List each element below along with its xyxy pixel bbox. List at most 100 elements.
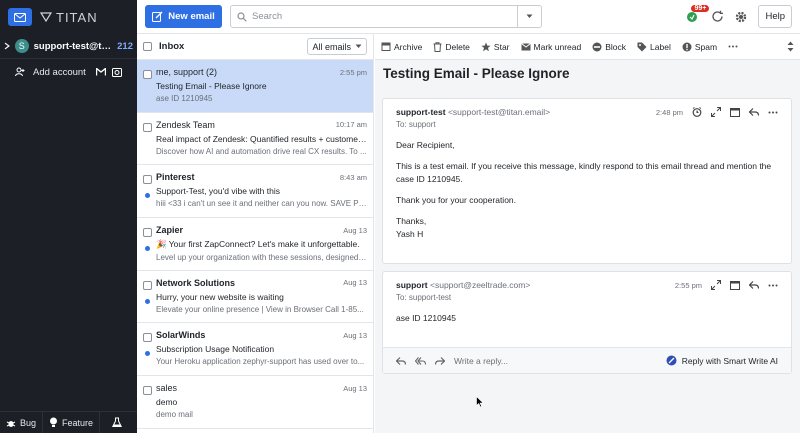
item-preview: demo mail (156, 410, 193, 420)
mark-unread-button[interactable]: Mark unread (520, 41, 582, 52)
row-checkbox[interactable] (143, 228, 152, 238)
row-checkbox[interactable] (143, 386, 152, 396)
list-item[interactable]: Zapier Aug 13 🎉 Your first ZapConnect? Let… (137, 218, 373, 271)
expand-icon[interactable] (711, 107, 721, 117)
trash-icon (433, 41, 442, 52)
forward-icon[interactable] (435, 356, 445, 365)
reply-icon[interactable] (396, 356, 406, 365)
outlook-icon[interactable] (112, 67, 122, 77)
list-item[interactable]: Zendesk Team 10:17 am Real impact of Zende… (137, 113, 373, 166)
top-bar: New email Search 99+ Help (137, 0, 800, 34)
message-toolbar: Archive Delete Star Mark unread Block La… (375, 34, 800, 60)
star-button[interactable]: Star (481, 42, 510, 52)
item-preview: ase ID 1210945 (156, 94, 213, 103)
gmail-icon[interactable] (96, 67, 106, 76)
expand-collapse-button[interactable] (787, 41, 794, 52)
message-card[interactable]: support-test <support-test@titan.email> … (382, 98, 792, 264)
lightbulb-icon (50, 417, 58, 427)
item-sender: me, support (2) (156, 67, 218, 77)
top-actions: 99+ Help (685, 4, 792, 28)
spam-icon (682, 42, 692, 51)
message-body: Dear Recipient, This is a test email. If… (383, 129, 791, 240)
list-item[interactable]: SolarWinds Aug 13 Subscription Usage Notif… (137, 323, 373, 377)
row-checkbox[interactable] (143, 280, 152, 290)
new-email-button[interactable]: New email (145, 5, 222, 28)
archive-label: Archive (394, 41, 423, 52)
reply-icon[interactable] (749, 108, 759, 116)
row-checkbox[interactable] (143, 70, 152, 79)
archive-button[interactable]: Archive (381, 42, 422, 52)
item-time: 8:43 am (339, 172, 367, 182)
brand-name: TITAN (56, 9, 98, 25)
window-icon[interactable] (730, 107, 740, 117)
message-header: support-test <support-test@titan.email> … (383, 99, 791, 117)
unread-dot (145, 246, 150, 252)
notification-badge: 99+ (691, 4, 710, 12)
item-time: Aug 13 (343, 330, 367, 340)
item-preview: Your Heroku application zephyr-support h… (156, 357, 365, 367)
chevron-down-icon (355, 44, 362, 48)
chevron-right-icon[interactable] (4, 42, 10, 50)
item-sender: SolarWinds (156, 330, 206, 341)
body-paragraph: Dear Recipient, (396, 140, 455, 150)
more-horizontal-icon[interactable] (768, 111, 778, 114)
row-checkbox[interactable] (143, 122, 152, 132)
labs-button[interactable] (100, 412, 128, 433)
smart-write-button[interactable]: Reply with Smart Write AI (666, 355, 778, 366)
body-paragraph: Thank you for your cooperation. (396, 194, 517, 205)
snooze-icon[interactable] (692, 107, 702, 117)
message-card[interactable]: support <support@zeeltrade.com> 2:55 pm … (382, 271, 792, 374)
delete-button[interactable]: Delete (433, 42, 470, 52)
list-item[interactable]: Network Solutions Aug 13 Hurry, your new w… (137, 271, 373, 324)
folder-title: Inbox (159, 41, 185, 52)
reply-icon[interactable] (749, 281, 759, 289)
sidebar: TITAN S support-test@titan.... 212 Add a… (0, 0, 137, 433)
gear-icon[interactable] (734, 10, 748, 24)
block-button[interactable]: Block (592, 42, 626, 52)
refresh-icon[interactable] (711, 10, 724, 23)
mail-app-switcher[interactable] (8, 8, 32, 26)
body-paragraph: This is a test email. If you receive thi… (396, 161, 772, 184)
help-button[interactable]: Help (758, 5, 792, 28)
message-time: 2:55 pm (674, 280, 702, 290)
expand-icon[interactable] (711, 280, 721, 290)
row-checkbox[interactable] (143, 175, 152, 185)
more-actions-button[interactable] (728, 45, 738, 48)
select-all-checkbox[interactable] (143, 42, 152, 51)
reply-input[interactable]: Write a reply... (454, 356, 508, 366)
feature-button[interactable]: Feature (43, 411, 101, 433)
add-account-label: Add account (33, 66, 86, 78)
window-icon[interactable] (730, 280, 740, 290)
filter-dropdown[interactable]: All emails (307, 38, 367, 55)
reading-pane: Archive Delete Star Mark unread Block La… (375, 34, 800, 433)
block-icon (592, 42, 602, 51)
notifications-button[interactable]: 99+ (685, 4, 710, 25)
search-options-dropdown[interactable] (517, 6, 541, 27)
list-item[interactable]: Pinterest 8:43 am Support-Test, you'd vibe… (137, 165, 373, 219)
spam-button[interactable]: Spam (682, 42, 717, 52)
item-time: Aug 13 (343, 278, 367, 288)
search-placeholder: Search (252, 11, 283, 22)
label-button[interactable]: Label (637, 42, 671, 52)
list-item[interactable]: me, support (2) 2:55 pm Testing Email - Pl… (137, 60, 373, 113)
account-email: support-test@titan.... (33, 40, 113, 52)
list-item[interactable]: sales Aug 13 demo demo mail (137, 376, 373, 429)
mark-unread-label: Mark unread (533, 41, 582, 52)
more-horizontal-icon[interactable] (768, 284, 778, 287)
body-paragraph: ase ID 1210945 (396, 313, 457, 323)
message-list: Inbox All emails me, support (2) 2:55 pm T… (137, 34, 374, 433)
item-preview: Elevate your online presence | View in B… (156, 304, 364, 314)
bottom-bar: Bug Feature (0, 411, 137, 433)
add-account-button[interactable]: Add account (0, 59, 137, 85)
add-user-icon (15, 67, 25, 77)
row-checkbox[interactable] (143, 333, 152, 343)
reply-all-icon[interactable] (415, 356, 426, 365)
item-time: 10:17 am (335, 120, 367, 130)
item-time: 2:55 pm (339, 67, 367, 77)
account-row[interactable]: S support-test@titan.... 212 (0, 34, 137, 58)
search-input[interactable]: Search (230, 5, 542, 28)
envelope-icon (520, 42, 531, 50)
unread-count: 212 (117, 40, 133, 52)
bug-icon (6, 420, 16, 427)
bug-button[interactable]: Bug (0, 411, 44, 433)
